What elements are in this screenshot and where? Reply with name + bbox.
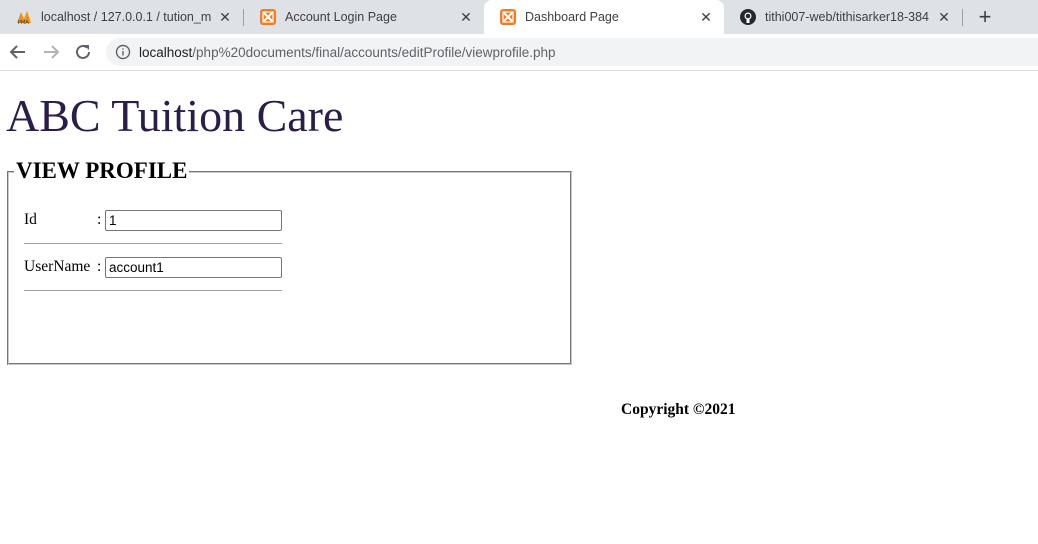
tab-account-login[interactable]: Account Login Page ✕	[244, 0, 484, 34]
url-host: localhost	[139, 44, 193, 60]
view-profile-fieldset	[7, 171, 572, 365]
tab-github[interactable]: tithi007-web/tithisarker18-38418 ✕	[724, 0, 962, 34]
info-icon[interactable]	[115, 44, 131, 60]
tab-title: Account Login Page	[285, 10, 397, 24]
id-field[interactable]	[105, 210, 282, 231]
username-colon: :	[97, 258, 102, 275]
phpmyadmin-icon: PMA	[16, 9, 32, 25]
xampp-icon	[260, 9, 276, 25]
divider	[24, 243, 282, 244]
browser-tab-strip: PMA localhost / 127.0.0.1 / tution_man ✕…	[0, 0, 1038, 34]
tab-phpmyadmin[interactable]: PMA localhost / 127.0.0.1 / tution_man ✕	[0, 0, 243, 34]
forward-icon[interactable]	[40, 41, 62, 63]
github-icon	[740, 9, 756, 25]
divider	[24, 290, 282, 291]
back-icon[interactable]	[7, 41, 29, 63]
url-path: /php%20documents/final/accounts/editProf…	[192, 44, 556, 60]
id-label: Id	[24, 211, 37, 228]
username-field[interactable]	[105, 257, 282, 278]
tab-divider	[962, 9, 963, 26]
url-text[interactable]: localhost/php%20documents/final/accounts…	[139, 45, 556, 60]
tab-title: localhost / 127.0.0.1 / tution_man	[41, 10, 211, 24]
username-label: UserName	[24, 258, 91, 275]
reload-icon[interactable]	[72, 41, 94, 63]
close-tab-icon[interactable]: ✕	[458, 9, 474, 25]
address-bar[interactable]: localhost/php%20documents/final/accounts…	[106, 38, 1038, 66]
site-title: ABC Tuition Care	[6, 90, 344, 141]
tab-dashboard[interactable]: Dashboard Page ✕	[484, 0, 724, 34]
fieldset-legend: VIEW PROFILE	[14, 158, 190, 184]
tab-title: tithi007-web/tithisarker18-38418	[765, 10, 930, 24]
close-tab-icon[interactable]: ✕	[217, 9, 233, 25]
close-tab-icon[interactable]: ✕	[698, 9, 714, 25]
id-colon: :	[97, 211, 102, 228]
svg-text:PMA: PMA	[18, 20, 29, 25]
browser-toolbar: localhost/php%20documents/final/accounts…	[0, 34, 1038, 71]
new-tab-button[interactable]: +	[974, 4, 996, 29]
close-tab-icon[interactable]: ✕	[936, 9, 952, 25]
tab-title: Dashboard Page	[525, 10, 619, 24]
page-content: ABC Tuition Care VIEW PROFILE Id : UserN…	[0, 71, 1038, 544]
xampp-icon	[500, 9, 516, 25]
copyright-footer: Copyright ©2021	[621, 401, 736, 418]
